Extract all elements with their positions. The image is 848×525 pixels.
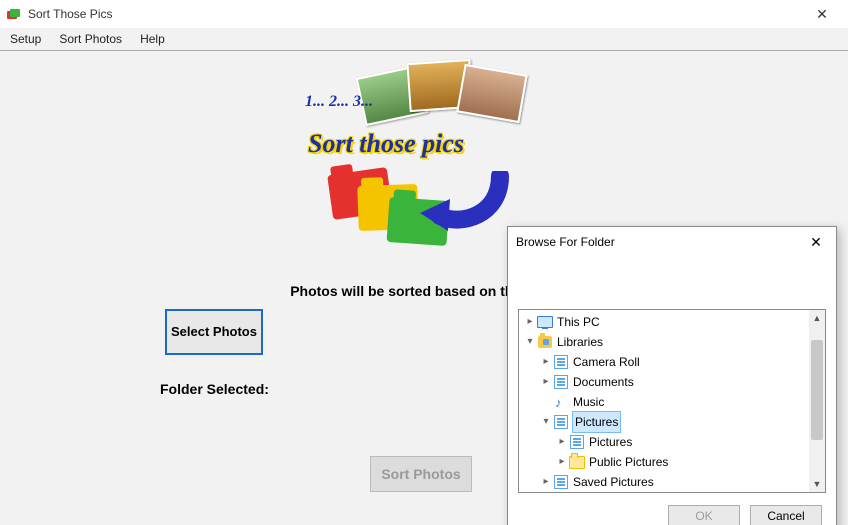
menu-setup[interactable]: Setup (10, 32, 41, 46)
tree-item-label: Libraries (557, 332, 603, 352)
tree-item[interactable]: ▸ Saved Pictures (519, 472, 809, 492)
chevron-right-icon[interactable]: ▸ (539, 352, 553, 372)
chevron-right-icon[interactable]: ▸ (539, 372, 553, 392)
window-close-button[interactable]: ✕ (802, 6, 842, 23)
window-title: Sort Those Pics (28, 7, 112, 21)
dialog-buttons: OK Cancel (508, 493, 836, 525)
logo-main-text: Sort those pics (308, 129, 464, 159)
scroll-up-icon[interactable]: ▲ (809, 310, 825, 326)
cancel-button[interactable]: Cancel (750, 505, 822, 525)
folder-tree: ▸This PC▾Libraries▸Camera Roll▸Documents… (518, 309, 826, 493)
folder-icon (569, 454, 585, 470)
chevron-down-icon[interactable]: ▾ (539, 412, 553, 432)
tree-item-label: Saved Pictures (573, 472, 654, 492)
dialog-title: Browse For Folder (516, 235, 804, 249)
logo-photos-icon (360, 61, 540, 131)
tree-item[interactable]: Music (519, 392, 809, 412)
tree-item-label: Camera Roll (573, 352, 640, 372)
menubar: Setup Sort Photos Help (0, 28, 848, 51)
ok-button[interactable]: OK (668, 505, 740, 525)
tree-item[interactable]: ▸ Documents (519, 372, 809, 392)
titlebar: Sort Those Pics ✕ (0, 0, 848, 28)
lib-icon (569, 434, 585, 450)
tree-item[interactable]: ▾ Libraries (519, 332, 809, 352)
menu-sort-photos[interactable]: Sort Photos (59, 32, 122, 46)
tree-item[interactable]: ▸ Pictures (519, 432, 809, 452)
browse-folder-dialog: Browse For Folder ✕ ▸This PC▾Libraries▸C… (507, 226, 837, 525)
dialog-titlebar: Browse For Folder ✕ (508, 227, 836, 257)
app-icon (6, 6, 22, 22)
tree-item-label: Pictures (589, 432, 632, 452)
lib-icon (553, 374, 569, 390)
tree-item-label: Pictures (573, 412, 620, 432)
chevron-down-icon[interactable]: ▾ (523, 332, 537, 352)
main-area: 1... 2... 3... Sort those pics Photos wi… (0, 51, 848, 525)
photo-icon (456, 64, 528, 123)
lib-icon (553, 354, 569, 370)
monitor-icon (537, 314, 553, 330)
dialog-close-button[interactable]: ✕ (804, 234, 828, 251)
libs-icon (537, 334, 553, 350)
scroll-down-icon[interactable]: ▼ (809, 476, 825, 492)
lib-icon (553, 474, 569, 490)
tree-item[interactable]: ▾ Pictures (519, 412, 809, 432)
tree-item-label: Public Pictures (589, 452, 668, 472)
arrow-icon (420, 171, 510, 241)
sort-photos-button[interactable]: Sort Photos (370, 456, 472, 492)
music-icon (553, 394, 569, 410)
folder-selected-label: Folder Selected: (160, 381, 269, 397)
tree-item[interactable]: ▸ This PC (519, 312, 809, 332)
tree-item-label: This PC (557, 312, 600, 332)
lib-icon (553, 414, 569, 430)
chevron-right-icon[interactable]: ▸ (539, 472, 553, 492)
folder-selected-text: Folder Selected: (160, 381, 269, 397)
select-photos-label: Select Photos (171, 324, 257, 340)
chevron-right-icon[interactable]: ▸ (555, 452, 569, 472)
chevron-right-icon[interactable]: ▸ (555, 432, 569, 452)
scrollbar[interactable]: ▲ ▼ (809, 310, 825, 492)
tree-item-label: Music (573, 392, 604, 412)
logo-count-text: 1... 2... 3... (305, 93, 373, 111)
chevron-right-icon[interactable]: ▸ (523, 312, 537, 332)
scroll-thumb[interactable] (811, 340, 823, 440)
select-photos-button[interactable]: Select Photos (165, 309, 263, 355)
sort-photos-label: Sort Photos (381, 466, 460, 482)
tree-item[interactable]: ▸ Public Pictures (519, 452, 809, 472)
dialog-spacer (508, 257, 836, 309)
tree-item-label: Documents (573, 372, 634, 392)
menu-help[interactable]: Help (140, 32, 165, 46)
tree-item[interactable]: ▸ Camera Roll (519, 352, 809, 372)
